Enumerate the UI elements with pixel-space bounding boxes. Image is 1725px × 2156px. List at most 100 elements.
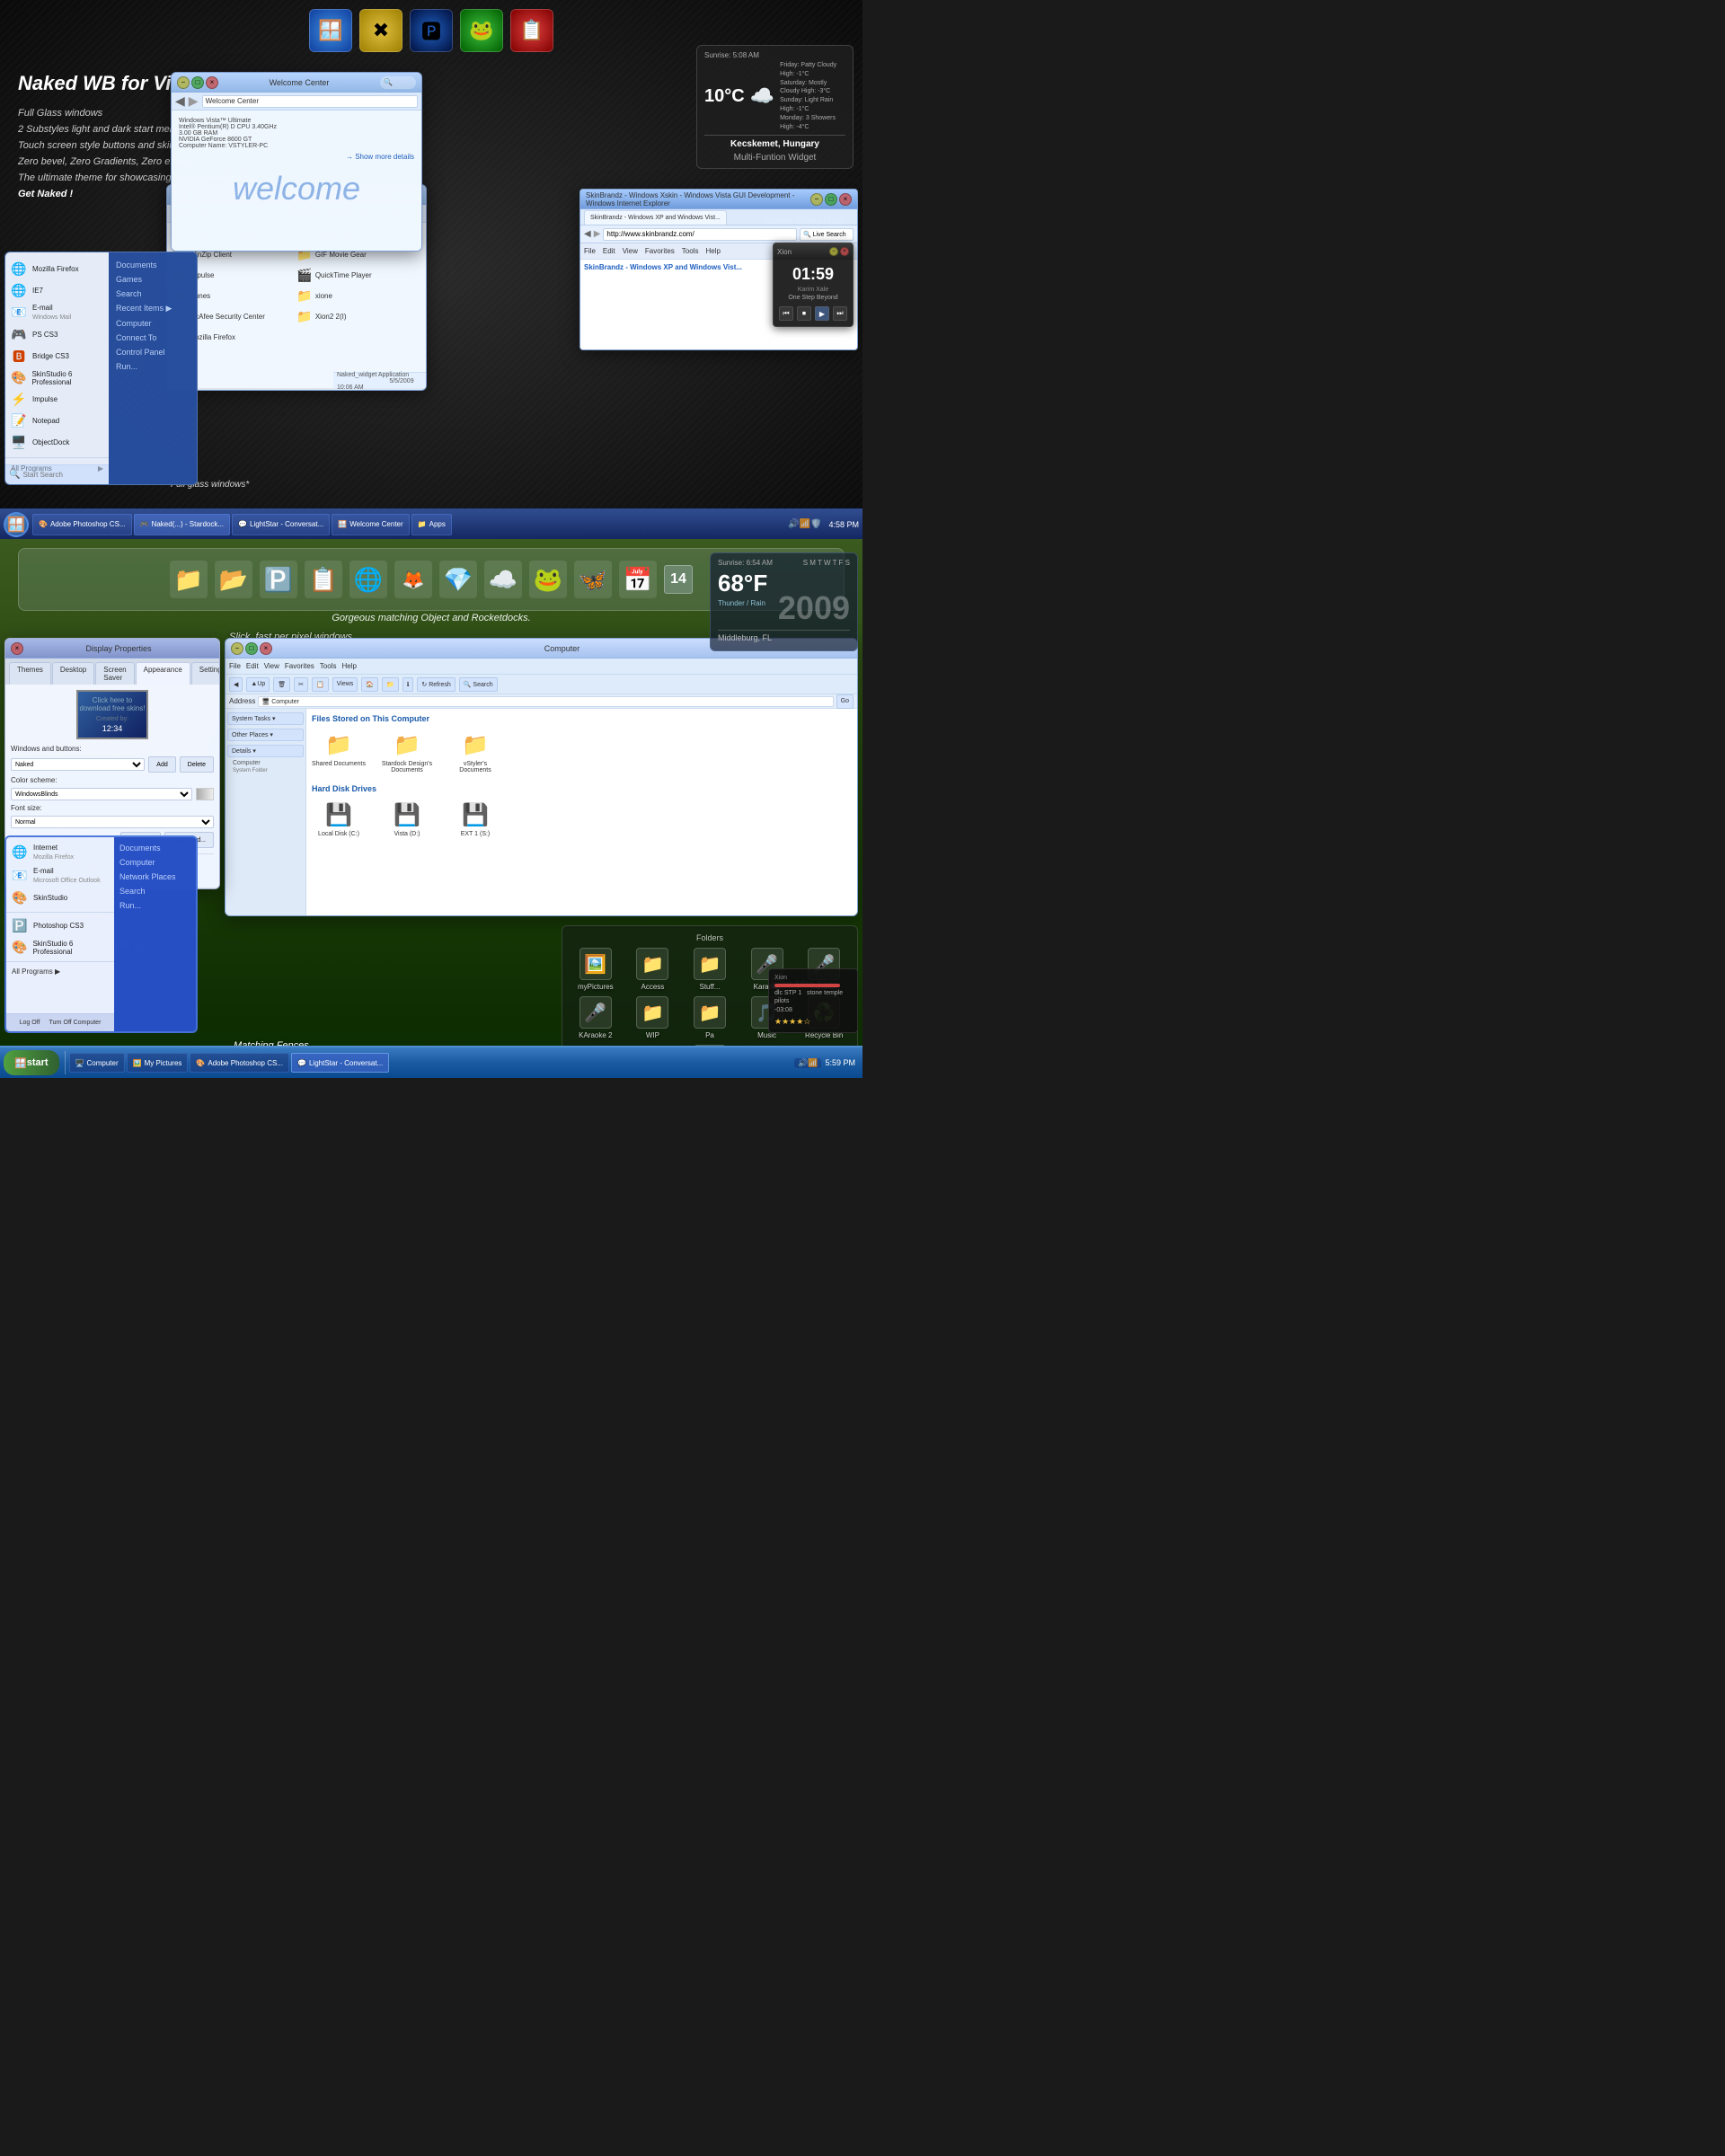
ie7-address[interactable]: http://www.skinbrandz.com/ (603, 228, 797, 241)
rd-icon-firefox[interactable]: 🦊 (394, 561, 432, 598)
comp-min[interactable]: − (231, 642, 243, 655)
dp-tab-themes[interactable]: Themes (9, 662, 51, 685)
minimize-button[interactable]: − (177, 76, 190, 89)
tb-folders[interactable]: 📁 (382, 677, 399, 692)
xp-turnoff-btn[interactable]: Turn Off Computer (49, 1020, 101, 1026)
dock-icon-windows[interactable]: 🪟 (309, 9, 352, 52)
comp-go[interactable]: Go (836, 694, 854, 709)
system-tasks-title[interactable]: System Tasks ▾ (227, 712, 304, 725)
fences-icon-mypictures[interactable]: 🖼️ myPictures (572, 948, 619, 991)
address-field[interactable]: Welcome Center (202, 95, 418, 108)
drive-c-icon[interactable]: 💾 Local Disk (C:) (312, 800, 366, 837)
other-places-title[interactable]: Other Places ▾ (227, 729, 304, 741)
close-button[interactable]: × (206, 76, 218, 89)
start-item-skinstudio[interactable]: 🎨 SkinStudio 6 Professional (5, 367, 109, 389)
rd-icon-ie[interactable]: 🌐 (349, 561, 387, 598)
start-item-pscs3[interactable]: 🎮 PS CS3 (5, 324, 109, 346)
xp-right-search[interactable]: Search (116, 884, 194, 898)
stop-button[interactable]: ⏹ (797, 306, 811, 321)
xp-taskbar-mypictures[interactable]: 🖼️ My Pictures (127, 1053, 189, 1073)
shared-docs-icon[interactable]: 📁 Shared Documents (312, 730, 366, 773)
xion-min[interactable]: − (829, 247, 838, 256)
ie7-search-box[interactable]: 🔍 Live Search (800, 228, 854, 241)
tb-back[interactable]: ◀ (229, 677, 243, 692)
drive-d-icon[interactable]: 💾 Vista (D:) (380, 800, 434, 837)
ie7-menu-help[interactable]: Help (705, 247, 720, 255)
comp-menu-favorites[interactable]: Favorites (285, 662, 314, 670)
dp-skin-select[interactable]: Naked (11, 758, 145, 771)
right-games[interactable]: Games (112, 272, 193, 287)
comp-menu-tools[interactable]: Tools (320, 662, 337, 670)
dp-color-select[interactable]: WindowsBlinds (11, 788, 192, 800)
dp-close[interactable]: × (11, 642, 23, 655)
taskbar-item-photoshop[interactable]: 🎨 Adobe Photoshop CS... (32, 514, 132, 535)
dock-icon-close[interactable]: ✖ (359, 9, 402, 52)
rd-icon-cloud[interactable]: ☁️ (484, 561, 522, 598)
ie7-tab-1[interactable]: SkinBrandz - Windows XP and Windows Vist… (584, 210, 727, 225)
rd-icon-folder2[interactable]: 📂 (215, 561, 252, 598)
file-item-8[interactable]: 📁 xione (296, 288, 417, 304)
vista-start-button[interactable]: 🪟 (4, 512, 29, 537)
details-title[interactable]: Details ▾ (227, 745, 304, 757)
dp-tab-appearance[interactable]: Appearance (136, 662, 190, 685)
dp-tab-screensaver[interactable]: Screen Saver (95, 662, 134, 685)
back-button[interactable]: ◀ (175, 93, 185, 109)
xp-taskbar-computer[interactable]: 🖥️ Computer (69, 1053, 125, 1073)
rd-icon-ps[interactable]: 🅿️ (260, 561, 297, 598)
vstyler-docs-icon[interactable]: 📁 vStyler's Documents (448, 730, 502, 773)
dock-icon-photoshop[interactable]: 🅿 (410, 9, 453, 52)
xp-start-button[interactable]: 🪟 start (4, 1050, 59, 1075)
file-item-6[interactable]: 🎬 QuickTime Player (296, 268, 417, 283)
ie7-menu-edit[interactable]: Edit (603, 247, 615, 255)
taskbar-item-stardock[interactable]: 🎮 Naked(...) - Stardock... (134, 514, 230, 535)
comp-menu-edit[interactable]: Edit (246, 662, 259, 670)
ie7-back[interactable]: ◀ (584, 229, 591, 239)
comp-max[interactable]: □ (245, 642, 258, 655)
comp-close[interactable]: × (260, 642, 272, 655)
prev-button[interactable]: ⏮ (779, 306, 793, 321)
fences-icon-stuff[interactable]: 📁 Stuff... (686, 948, 733, 991)
dp-add-button[interactable]: Add (148, 756, 175, 773)
xp-item-photoshop[interactable]: 🅿️ Photoshop CS3 (6, 915, 114, 937)
rd-icon-calendar[interactable]: 📅 (619, 561, 657, 598)
stardock-docs-icon[interactable]: 📁 Stardock Design's Documents (380, 730, 434, 773)
start-item-firefox[interactable]: 🌐 Mozilla Firefox (5, 258, 109, 279)
ie7-max[interactable]: □ (825, 193, 837, 206)
xion-close[interactable]: × (840, 247, 849, 256)
tb-up[interactable]: ▲Up (246, 677, 270, 692)
start-item-impulse[interactable]: ⚡ Impulse (5, 389, 109, 411)
xp-right-documents[interactable]: Documents (116, 841, 194, 855)
tb-home[interactable]: 🏠 (361, 677, 378, 692)
show-more[interactable]: → Show more details (179, 153, 414, 161)
forward-button[interactable]: ▶ (189, 93, 199, 109)
right-connect[interactable]: Connect To (112, 331, 193, 345)
start-item-bridge[interactable]: 🅱 Bridge CS3 (5, 346, 109, 367)
right-run[interactable]: Run... (112, 359, 193, 374)
next-button[interactable]: ⏭ (833, 306, 847, 321)
start-item-notepad[interactable]: 📝 Notepad (5, 411, 109, 432)
dock-icon-stamp[interactable]: 📋 (510, 9, 553, 52)
rd-icon-stamp[interactable]: 📋 (305, 561, 342, 598)
file-item-10[interactable]: 📁 Xion2 2(I) (296, 309, 417, 324)
xp-item-email[interactable]: 📧 E-mailMicrosoft Office Outlook (6, 864, 114, 888)
taskbar-item-lightstar[interactable]: 💬 LightStar - Conversat... (232, 514, 330, 535)
xp-right-computer[interactable]: Computer (116, 855, 194, 870)
xp-item-internet[interactable]: 🌐 InternetMozilla Firefox (6, 841, 114, 864)
xp-item-skinstudio[interactable]: 🎨 SkinStudio (6, 888, 114, 909)
xp-right-run[interactable]: Run... (116, 898, 194, 913)
start-item-ie7[interactable]: 🌐 IE7 (5, 279, 109, 301)
xp-logoff-btn[interactable]: Log Off (20, 1020, 40, 1026)
download-skins-link[interactable]: Click here to download free skins! (78, 696, 146, 712)
comp-menu-file[interactable]: File (229, 662, 241, 670)
xp-taskbar-photoshop[interactable]: 🎨 Adobe Photoshop CS... (190, 1053, 289, 1073)
dp-tab-settings[interactable]: Settings (191, 662, 220, 685)
dock-icon-frog[interactable]: 🐸 (460, 9, 503, 52)
rd-icon-bird[interactable]: 🦋 (574, 561, 612, 598)
comp-menu-view[interactable]: View (264, 662, 279, 670)
ie7-menu-favorites[interactable]: Favorites (645, 247, 675, 255)
rd-calendar-date[interactable]: 14 (664, 565, 693, 594)
dp-tab-desktop[interactable]: Desktop (52, 662, 94, 685)
fences-icon-access[interactable]: 📁 Access (629, 948, 676, 991)
xp-all-programs[interactable]: All Programs ▶ (6, 965, 114, 978)
tb-search[interactable]: 🔍 Search (459, 677, 498, 692)
